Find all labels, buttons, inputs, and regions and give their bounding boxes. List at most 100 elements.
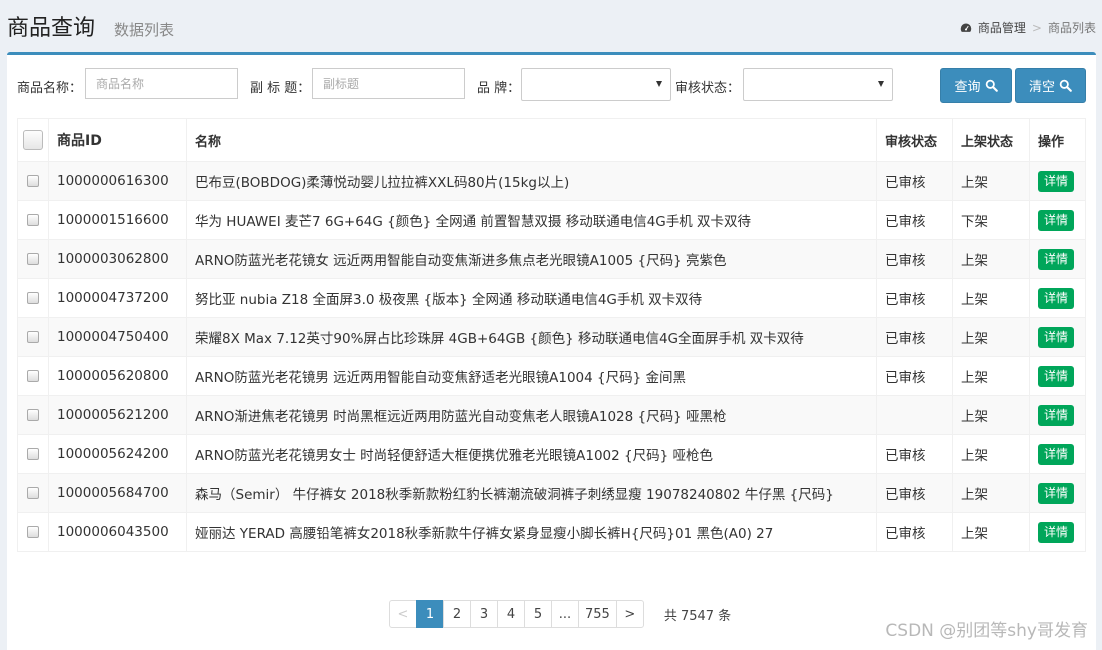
detail-button[interactable]: 详情 (1038, 443, 1075, 465)
clear-button[interactable]: 清空 (1015, 68, 1086, 103)
row-shelf-status: 上架 (952, 434, 1030, 474)
select-all-checkbox[interactable] (23, 130, 43, 150)
detail-button[interactable]: 详情 (1038, 287, 1075, 309)
row-checkbox[interactable] (27, 175, 39, 187)
table-row: 1000005624200 ARNO防蓝光老花镜男女士 时尚轻便舒适大框便携优雅老… (17, 434, 1086, 474)
detail-button[interactable]: 详情 (1038, 326, 1075, 348)
row-action-cell: 详情 (1029, 356, 1086, 396)
row-name: ARNO防蓝光老花镜男 远近两用智能自动变焦舒适老光眼镜A1004 {尺码} 金… (186, 356, 877, 396)
table-row: 1000005621200 ARNO渐进焦老花镜男 时尚黑框远近两用防蓝光自动变焦… (17, 395, 1086, 435)
search-icon (985, 79, 998, 92)
row-name: 森马（Semir） 牛仔裤女 2018秋季新款粉红豹长裤潮流破洞裤子刺绣显瘦 1… (186, 473, 877, 513)
row-checkbox[interactable] (27, 448, 39, 460)
audit-status-select[interactable] (743, 68, 893, 101)
detail-button[interactable]: 详情 (1038, 209, 1075, 231)
row-checkbox[interactable] (27, 526, 39, 538)
row-action-cell: 详情 (1029, 512, 1086, 552)
column-header-audit[interactable]: 审核状态 (876, 118, 953, 162)
row-checkbox-cell (17, 512, 49, 552)
page-button[interactable]: 5 (524, 600, 552, 628)
row-checkbox-cell (17, 473, 49, 513)
breadcrumb: 商品管理 > 商品列表 (960, 19, 1096, 36)
row-checkbox[interactable] (27, 331, 39, 343)
row-id: 1000005621200 (48, 395, 187, 435)
row-audit-status: 已审核 (876, 512, 953, 552)
chevron-down-icon (656, 81, 662, 87)
detail-button[interactable]: 详情 (1038, 248, 1075, 270)
row-checkbox-cell (17, 161, 49, 201)
row-name: 荣耀8X Max 7.12英寸90%屏占比珍珠屏 4GB+64GB {颜色} 移… (186, 317, 877, 357)
row-checkbox[interactable] (27, 370, 39, 382)
row-shelf-status: 下架 (952, 200, 1030, 240)
column-header-id[interactable]: 商品ID (48, 118, 187, 162)
clear-button-label: 清空 (1028, 80, 1055, 95)
table-row: 1000005684700 森马（Semir） 牛仔裤女 2018秋季新款粉红豹长… (17, 473, 1086, 513)
row-shelf-status: 上架 (952, 239, 1030, 279)
row-action-cell: 详情 (1029, 161, 1086, 201)
row-action-cell: 详情 (1029, 317, 1086, 357)
detail-button[interactable]: 详情 (1038, 365, 1075, 387)
prev-page-button[interactable]: < (389, 600, 417, 628)
row-audit-status: 已审核 (876, 161, 953, 201)
row-id: 1000005624200 (48, 434, 187, 474)
search-icon (1059, 79, 1072, 92)
breadcrumb-root[interactable]: 商品管理 (978, 19, 1026, 36)
row-shelf-status: 上架 (952, 395, 1030, 435)
detail-button[interactable]: 详情 (1038, 521, 1075, 543)
total-count: 共 7547 条 (663, 608, 732, 624)
row-name: 巴布豆(BOBDOG)柔薄悦动婴儿拉拉裤XXL码80片(15kg以上) (186, 161, 877, 201)
product-name-placeholder: 商品名称 (96, 77, 145, 91)
watermark: CSDN @别团等shy哥发育 (885, 621, 1088, 641)
subtitle-label: 副 标 题： (250, 81, 311, 96)
row-name: 努比亚 nubia Z18 全面屏3.0 极夜黑 {版本} 全网通 移动联通电信… (186, 278, 877, 318)
product-table: 商品ID 名称 审核状态 上架状态 操作 1000000616300 巴布豆(BO… (17, 118, 1086, 552)
row-checkbox-cell (17, 356, 49, 396)
detail-button[interactable]: 详情 (1038, 170, 1075, 192)
row-action-cell: 详情 (1029, 239, 1086, 279)
dashboard-icon (960, 23, 972, 32)
query-button-label: 查询 (954, 80, 981, 95)
row-shelf-status: 上架 (952, 473, 1030, 513)
row-shelf-status: 上架 (952, 278, 1030, 318)
column-header-name[interactable]: 名称 (186, 118, 877, 162)
column-header-shelf[interactable]: 上架状态 (952, 118, 1030, 162)
row-audit-status: 已审核 (876, 473, 953, 513)
row-audit-status: 已审核 (876, 434, 953, 474)
detail-button[interactable]: 详情 (1038, 404, 1075, 426)
page-button[interactable]: 2 (443, 600, 471, 628)
page-button[interactable]: 3 (470, 600, 498, 628)
next-page-button[interactable]: > (615, 600, 644, 628)
row-checkbox-cell (17, 200, 49, 240)
subtitle-placeholder: 副标题 (323, 77, 360, 91)
page-button[interactable]: 755 (578, 600, 617, 628)
table-row: 1000001516600 华为 HUAWEI 麦芒7 6G+64G {颜色} 全… (17, 200, 1086, 240)
audit-status-label: 审核状态： (675, 81, 741, 96)
page-button[interactable]: 1 (416, 600, 444, 628)
query-button[interactable]: 查询 (940, 68, 1012, 103)
row-shelf-status: 上架 (952, 512, 1030, 552)
row-audit-status (876, 395, 953, 435)
row-action-cell: 详情 (1029, 434, 1086, 474)
row-name: ARNO防蓝光老花镜男女士 时尚轻便舒适大框便携优雅老光眼镜A1002 {尺码}… (186, 434, 877, 474)
row-id: 1000005684700 (48, 473, 187, 513)
chevron-down-icon (878, 81, 884, 87)
row-checkbox[interactable] (27, 253, 39, 265)
row-checkbox[interactable] (27, 409, 39, 421)
row-name: ARNO渐进焦老花镜男 时尚黑框远近两用防蓝光自动变焦老人眼镜A1028 {尺码… (186, 395, 877, 435)
brand-select[interactable] (521, 68, 671, 101)
subtitle-input[interactable]: 副标题 (312, 68, 465, 99)
row-checkbox-cell (17, 434, 49, 474)
row-checkbox[interactable] (27, 292, 39, 304)
page-ellipsis: ... (551, 600, 579, 628)
row-audit-status: 已审核 (876, 317, 953, 357)
table-row: 1000004737200 努比亚 nubia Z18 全面屏3.0 极夜黑 {版… (17, 278, 1086, 318)
product-name-input[interactable]: 商品名称 (85, 68, 238, 99)
row-audit-status: 已审核 (876, 239, 953, 279)
row-checkbox[interactable] (27, 214, 39, 226)
detail-button[interactable]: 详情 (1038, 482, 1075, 504)
row-id: 1000004737200 (48, 278, 187, 318)
row-id: 1000004750400 (48, 317, 187, 357)
row-id: 1000006043500 (48, 512, 187, 552)
row-checkbox[interactable] (27, 487, 39, 499)
page-button[interactable]: 4 (497, 600, 525, 628)
